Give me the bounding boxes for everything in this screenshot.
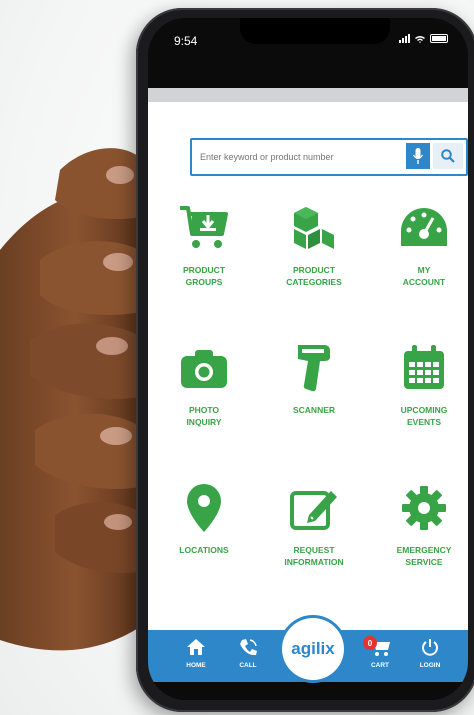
map-pin-icon bbox=[187, 484, 221, 532]
calendar-icon bbox=[404, 345, 444, 389]
tile-upcoming-events[interactable]: UPCOMING EVENTS bbox=[376, 342, 468, 428]
main-content: PRODUCT GROUPS PRODUCT CATEGORIES MY ACC… bbox=[148, 102, 468, 630]
search-icon bbox=[441, 149, 455, 163]
search-bar bbox=[190, 138, 468, 176]
nav-call-label: CALL bbox=[239, 662, 257, 669]
tile-label: EMERGENCY SERVICE bbox=[396, 545, 452, 567]
camera-icon bbox=[181, 350, 227, 388]
cart-count-badge: 0 bbox=[363, 636, 377, 650]
tile-request-information[interactable]: REQUEST INFORMATION bbox=[266, 482, 362, 568]
status-bar: 9:54 bbox=[148, 18, 468, 88]
tile-label: PRODUCT CATEGORIES bbox=[286, 265, 342, 287]
nav-cart[interactable]: 0 CART bbox=[360, 636, 400, 669]
microphone-button[interactable] bbox=[406, 143, 430, 169]
logo-text: agilix bbox=[291, 639, 335, 658]
battery-icon bbox=[430, 34, 448, 43]
search-input[interactable] bbox=[198, 144, 412, 170]
tile-my-account[interactable]: MY ACCOUNT bbox=[376, 202, 468, 288]
notch bbox=[240, 18, 390, 44]
tile-photo-inquiry[interactable]: PHOTO INQUIRY bbox=[156, 342, 252, 428]
tile-label: SCANNER bbox=[292, 405, 336, 415]
status-time: 9:54 bbox=[174, 34, 198, 48]
signal-icon bbox=[399, 34, 410, 43]
nav-call[interactable]: CALL bbox=[228, 638, 268, 669]
nav-home-label: HOME bbox=[186, 662, 206, 669]
edit-icon bbox=[290, 491, 337, 530]
tile-scanner[interactable]: SCANNER bbox=[266, 342, 362, 416]
agilix-logo[interactable]: agilix bbox=[282, 618, 344, 680]
search-button[interactable] bbox=[433, 143, 463, 169]
tile-label: PHOTO INQUIRY bbox=[186, 405, 222, 427]
phone-frame: 9:54 PRODUCT G bbox=[136, 8, 474, 712]
phone-call-icon bbox=[240, 639, 257, 656]
barcode-scanner-icon bbox=[298, 345, 330, 392]
boxes-icon bbox=[294, 207, 334, 249]
phone-screen: 9:54 PRODUCT G bbox=[148, 18, 468, 700]
tile-label: UPCOMING EVENTS bbox=[400, 405, 448, 427]
tile-locations[interactable]: LOCATIONS bbox=[156, 482, 252, 556]
gear-icon bbox=[402, 486, 446, 530]
tile-label: LOCATIONS bbox=[179, 545, 229, 555]
nav-login[interactable]: LOGIN bbox=[410, 638, 450, 669]
wifi-icon bbox=[415, 35, 425, 43]
tile-emergency-service[interactable]: EMERGENCY SERVICE bbox=[376, 482, 468, 568]
tile-label: MY ACCOUNT bbox=[402, 265, 446, 287]
system-indicators bbox=[399, 34, 448, 43]
microphone-icon bbox=[413, 148, 423, 164]
tile-product-categories[interactable]: PRODUCT CATEGORIES bbox=[266, 202, 362, 288]
bottom-navigation: HOME CALL agilix 0 CART LOGIN bbox=[148, 618, 468, 700]
power-icon bbox=[422, 639, 438, 656]
dashboard-icon bbox=[401, 208, 447, 246]
home-icon bbox=[187, 639, 205, 655]
nav-home[interactable]: HOME bbox=[176, 638, 216, 669]
menu-grid: PRODUCT GROUPS PRODUCT CATEGORIES MY ACC… bbox=[148, 202, 468, 582]
nav-login-label: LOGIN bbox=[419, 662, 441, 669]
cart-download-icon bbox=[180, 206, 228, 248]
tile-product-groups[interactable]: PRODUCT GROUPS bbox=[156, 202, 252, 288]
nav-cart-label: CART bbox=[370, 662, 390, 669]
tile-label: PRODUCT GROUPS bbox=[182, 265, 226, 287]
header-band bbox=[148, 88, 468, 102]
tile-label: REQUEST INFORMATION bbox=[284, 545, 344, 567]
